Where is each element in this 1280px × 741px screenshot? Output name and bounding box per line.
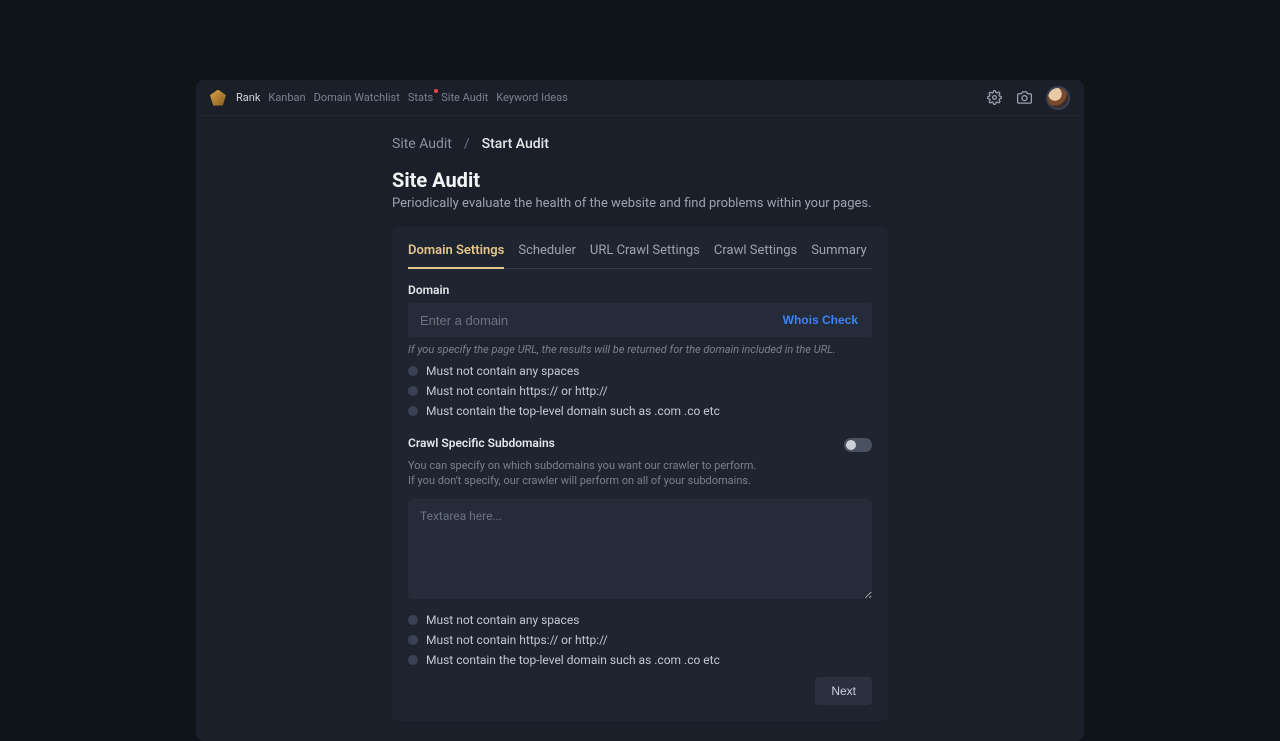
avatar[interactable] [1046,86,1070,110]
camera-icon [1017,90,1032,105]
notification-dot-icon [434,89,438,93]
rule-item: Must not contain https:// or http:// [408,633,872,647]
tab-domain-settings[interactable]: Domain Settings [408,243,504,268]
nav-keyword-ideas[interactable]: Keyword Ideas [496,91,568,104]
tab-bar: Domain Settings Scheduler URL Crawl Sett… [408,243,872,269]
rule-text: Must not contain any spaces [426,364,579,378]
subdomain-rules: Must not contain any spaces Must not con… [408,613,872,667]
rule-dot-icon [408,635,418,645]
whois-check-button[interactable]: Whois Check [769,303,872,337]
tab-scheduler[interactable]: Scheduler [518,243,576,268]
subdomain-header-row: Crawl Specific Subdomains [408,436,872,454]
domain-input-row: Whois Check [408,303,872,337]
subdomain-desc-line1: You can specify on which subdomains you … [408,459,756,472]
tab-url-crawl-settings[interactable]: URL Crawl Settings [590,243,700,268]
page-body: Site Audit / Start Audit Site Audit Peri… [196,116,1084,741]
main-nav: Rank Kanban Domain Watchlist Stats Site … [236,91,568,104]
toggle-knob-icon [846,440,856,450]
app-window: Rank Kanban Domain Watchlist Stats Site … [196,80,1084,741]
subdomain-header-text: Crawl Specific Subdomains [408,436,555,454]
domain-hint: If you specify the page URL, the results… [408,343,872,356]
page-title: Site Audit [392,168,888,192]
rule-dot-icon [408,406,418,416]
rule-text: Must not contain https:// or http:// [426,633,608,647]
rule-text: Must not contain any spaces [426,613,579,627]
subdomain-desc: You can specify on which subdomains you … [408,458,872,489]
rule-text: Must contain the top-level domain such a… [426,653,720,667]
nav-kanban[interactable]: Kanban [268,91,305,104]
subdomain-desc-line2: If you don't specify, our crawler will p… [408,474,751,487]
breadcrumb-parent[interactable]: Site Audit [392,136,452,152]
rule-item: Must contain the top-level domain such a… [408,404,872,418]
topbar: Rank Kanban Domain Watchlist Stats Site … [196,80,1084,116]
screenshot-button[interactable] [1016,90,1032,106]
nav-site-audit[interactable]: Site Audit [441,91,488,104]
settings-button[interactable] [986,90,1002,106]
next-button[interactable]: Next [815,677,872,705]
nav-domain-watchlist[interactable]: Domain Watchlist [314,91,400,104]
nav-stats[interactable]: Stats [408,91,433,104]
gear-icon [987,90,1002,105]
nav-stats-label: Stats [408,91,433,104]
rule-text: Must contain the top-level domain such a… [426,404,720,418]
breadcrumb-sep: / [464,136,470,152]
domain-input[interactable] [408,303,769,337]
settings-card: Domain Settings Scheduler URL Crawl Sett… [392,227,888,721]
nav-rank[interactable]: Rank [236,91,260,104]
domain-rules: Must not contain any spaces Must not con… [408,364,872,418]
logo-icon [210,90,226,106]
breadcrumb-current: Start Audit [482,136,549,152]
rule-item: Must not contain any spaces [408,364,872,378]
tab-crawl-settings[interactable]: Crawl Settings [714,243,797,268]
breadcrumb: Site Audit / Start Audit [392,136,888,152]
rule-item: Must not contain https:// or http:// [408,384,872,398]
subdomain-toggle[interactable] [844,438,872,452]
rule-dot-icon [408,366,418,376]
rule-dot-icon [408,386,418,396]
rule-dot-icon [408,655,418,665]
rule-item: Must not contain any spaces [408,613,872,627]
page-subtitle: Periodically evaluate the health of the … [392,196,888,211]
subdomain-textarea[interactable] [408,499,872,599]
rule-text: Must not contain https:// or http:// [426,384,608,398]
domain-label: Domain [408,283,872,297]
rule-dot-icon [408,615,418,625]
subdomain-label: Crawl Specific Subdomains [408,436,555,450]
rule-item: Must contain the top-level domain such a… [408,653,872,667]
topbar-right [986,86,1070,110]
card-footer: Next [408,677,872,705]
tab-summary[interactable]: Summary [811,243,866,268]
